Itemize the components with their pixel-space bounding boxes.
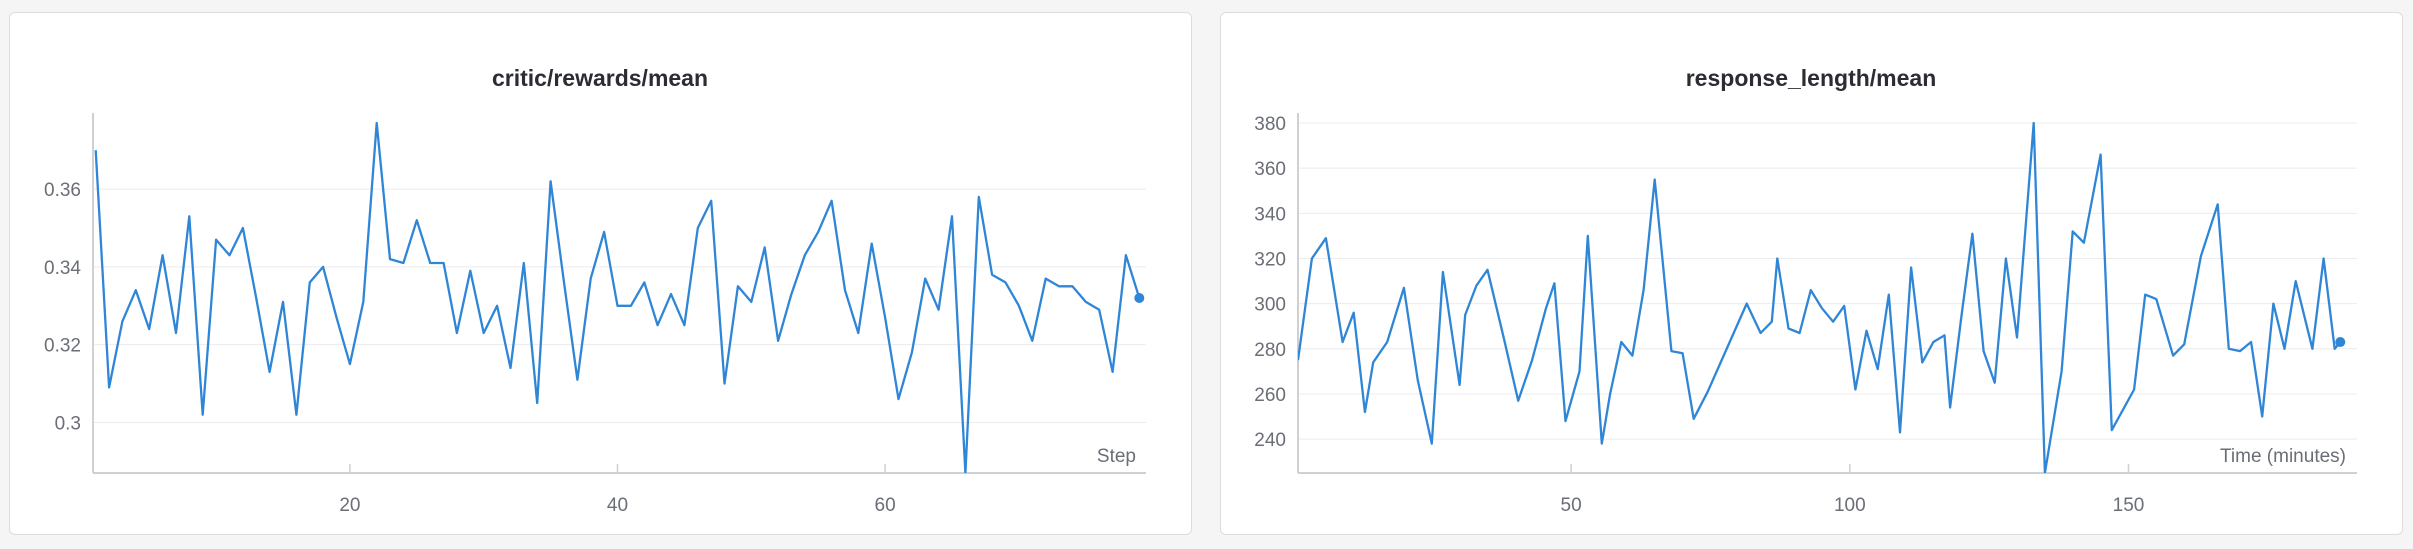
- series-end-point: [2335, 337, 2346, 348]
- chart-panel-rewards: 0.3 0.32 0.34 0.36 20 40 60 critic/rewards/mea…: [9, 12, 1192, 535]
- x-axis-label: Time (minutes): [2220, 446, 2346, 467]
- x-tick-label: 60: [875, 495, 896, 516]
- x-tick-label: 50: [1561, 495, 1582, 516]
- chart-response-length-svg: 240 260 280 300 320 340 360 380 50 100 150 respons…: [1254, 65, 2357, 516]
- y-tick-label: 340: [1254, 204, 1286, 225]
- series-line: [1298, 121, 2342, 473]
- x-tick-label: 40: [607, 495, 628, 516]
- x-tick-label: 20: [339, 495, 360, 516]
- y-tick-label: 0.32: [44, 336, 81, 357]
- y-tick-label: 300: [1254, 295, 1286, 316]
- y-tick-label: 360: [1254, 159, 1286, 180]
- plot-area: 0.3 0.32 0.34 0.36 20 40 60: [44, 113, 1146, 516]
- chart-rewards-svg: 0.3 0.32 0.34 0.36 20 40 60 critic/rewards/mea…: [44, 65, 1146, 516]
- plot-area: 240 260 280 300 320 340 360 380 50 100 150: [1254, 113, 2357, 516]
- y-tick-label: 0.3: [55, 413, 81, 434]
- x-axis-label: Step: [1097, 446, 1136, 467]
- y-tick-label: 240: [1254, 430, 1286, 451]
- y-tick-label: 320: [1254, 249, 1286, 270]
- y-tick-label: 0.34: [44, 258, 81, 279]
- y-tick-label: 260: [1254, 385, 1286, 406]
- y-tick-label: 280: [1254, 340, 1286, 361]
- y-tick-label: 0.36: [44, 180, 81, 201]
- chart-title: response_length/mean: [1686, 65, 1937, 91]
- y-tick-label: 380: [1254, 114, 1286, 135]
- x-tick-label: 100: [1834, 495, 1866, 516]
- chart-panel-response-length: 240 260 280 300 320 340 360 380 50 100 150 respons…: [1220, 12, 2403, 535]
- chart-title: critic/rewards/mean: [492, 65, 708, 91]
- series-end-point: [1134, 293, 1145, 303]
- x-tick-label: 150: [2113, 495, 2145, 516]
- series-line: [94, 121, 1141, 473]
